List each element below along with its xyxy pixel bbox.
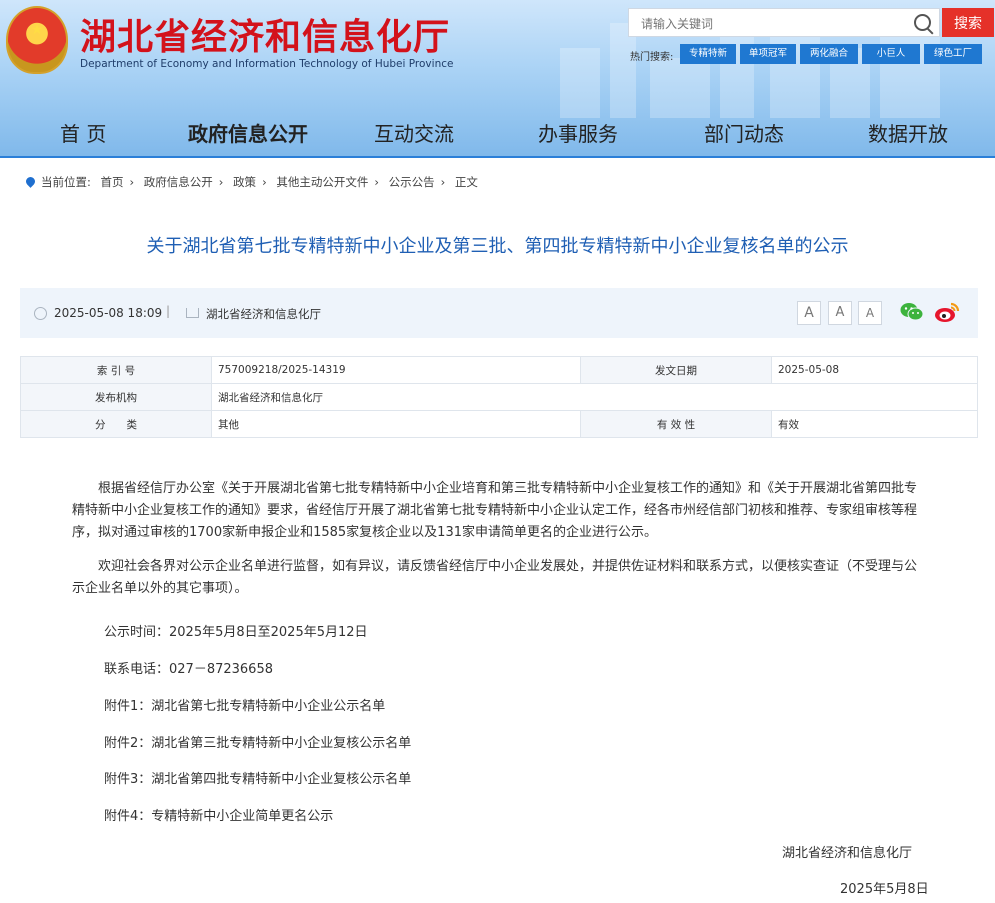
attachment-link[interactable]: 附件1：湖北省第七批专精特新中小企业公示名单 — [104, 695, 385, 714]
national-emblem-icon: ★ — [6, 6, 68, 74]
nav-news[interactable]: 部门动态 — [704, 118, 784, 147]
paragraph: 欢迎社会各界对公示企业名单进行监督，如有异议，请反馈省经信厅中小企业发展处，并提… — [72, 559, 918, 596]
publish-date: 2025-05-08 18:09 — [54, 306, 163, 320]
hot-tag[interactable]: 专精特新 — [680, 44, 736, 64]
table-row: 发布机构 湖北省经济和信息化厅 — [20, 383, 978, 411]
breadcrumb-sep: › — [440, 175, 446, 189]
breadcrumb-label: 当前位置: — [41, 175, 91, 189]
attachment-link[interactable]: 附件4：专精特新中小企业简单更名公示 — [104, 805, 333, 824]
contact-phone: 联系电话：027－87236658 — [104, 662, 273, 677]
paragraph: 根据省经信厅办公室《关于开展湖北省第七批专精特新中小企业培育和第三批专精特新中小… — [72, 481, 918, 540]
search-button[interactable]: 搜索 — [942, 8, 994, 37]
breadcrumb: 当前位置: 首页 › 政府信息公开 › 政策 › 其他主动公开文件 › 公示公告 › 正文 — [24, 174, 484, 190]
hot-tag[interactable]: 两化融合 — [800, 44, 858, 64]
breadcrumb-item[interactable]: 政策 — [233, 175, 256, 189]
nav-home[interactable]: 首 页 — [60, 118, 106, 147]
hot-tag[interactable]: 小巨人 — [862, 44, 920, 64]
nav-gov-info[interactable]: 政府信息公开 — [188, 118, 308, 147]
breadcrumb-sep: › — [262, 175, 267, 189]
breadcrumb-item[interactable]: 其他主动公开文件 — [276, 175, 368, 189]
breadcrumb-sep: › — [129, 175, 135, 189]
org-label: 发布机构 — [20, 383, 212, 411]
clock-icon — [34, 307, 47, 320]
hot-search-label: 热门搜索: — [630, 52, 674, 63]
signature: 湖北省经济和信息化厅 — [782, 846, 913, 861]
category-label: 分 类 — [20, 410, 212, 438]
main-nav: 首 页 政府信息公开 互动交流 办事服务 部门动态 数据开放 — [0, 114, 995, 154]
site-header: ★ 湖北省经济和信息化厅 Department of Economy and I… — [0, 0, 995, 158]
breadcrumb-sep: › — [374, 175, 379, 189]
category-value: 其他 — [211, 410, 581, 438]
search-input[interactable] — [629, 9, 913, 38]
table-row: 分 类 其他 有 效 性 有效 — [20, 410, 978, 438]
article-source: 湖北省经济和信息化厅 — [206, 307, 321, 321]
breadcrumb-item[interactable]: 首页 — [101, 175, 124, 189]
attachment-link[interactable]: 附件3：湖北省第四批专精特新中小企业复核公示名单 — [104, 768, 411, 787]
nav-open-data[interactable]: 数据开放 — [868, 118, 948, 147]
search-icon[interactable] — [914, 14, 931, 31]
breadcrumb-item: 正文 — [454, 175, 478, 189]
hot-tag[interactable]: 单项冠军 — [740, 44, 796, 64]
date-value: 2025-05-08 — [771, 356, 978, 384]
index-value: 757009218/2025-14319 — [211, 356, 581, 384]
sign-date: 2025年5月8日 — [840, 882, 929, 897]
breadcrumb-item[interactable]: 公示公告 — [389, 175, 435, 189]
breadcrumb-item[interactable]: 政府信息公开 — [144, 175, 213, 189]
attachment-link[interactable]: 附件2：湖北省第三批专精特新中小企业复核公示名单 — [104, 732, 411, 751]
site-title[interactable]: 湖北省经济和信息化厅 — [80, 8, 450, 60]
weibo-share-icon[interactable] — [934, 301, 960, 323]
nav-interaction[interactable]: 互动交流 — [374, 118, 454, 147]
article-title: 关于湖北省第七批专精特新中小企业及第三批、第四批专精特新中小企业复核名单的公示 — [146, 236, 849, 257]
notice-period: 公示时间：2025年5月8日至2025年5月12日 — [104, 625, 368, 640]
hot-tag[interactable]: 绿色工厂 — [924, 44, 982, 64]
wechat-share-icon[interactable] — [900, 301, 924, 323]
validity-label: 有 效 性 — [580, 410, 772, 438]
search-box — [628, 8, 940, 38]
meta-separator: | — [166, 304, 171, 318]
date-label: 发文日期 — [580, 356, 772, 384]
nav-divider — [0, 156, 995, 158]
index-label: 索 引 号 — [20, 356, 212, 384]
site-subtitle: Department of Economy and Information Te… — [80, 58, 454, 70]
source-icon — [186, 308, 199, 318]
font-size-small-button[interactable]: A — [858, 301, 882, 325]
nav-services[interactable]: 办事服务 — [538, 118, 618, 147]
article-body: 根据省经信厅办公室《关于开展湖北省第七批专精特新中小企业培育和第三批专精特新中小… — [72, 478, 920, 600]
info-table: 索 引 号 757009218/2025-14319 发文日期 2025-05-… — [20, 356, 978, 438]
breadcrumb-sep: › — [218, 175, 224, 189]
location-pin-icon — [24, 175, 37, 188]
validity-value: 有效 — [771, 410, 978, 438]
table-row: 索 引 号 757009218/2025-14319 发文日期 2025-05-… — [20, 356, 978, 384]
article-meta-bar: 2025-05-08 18:09 | 湖北省经济和信息化厅 A A A — [20, 288, 978, 338]
font-size-medium-button[interactable]: A — [828, 301, 852, 325]
font-size-large-button[interactable]: A — [797, 301, 821, 325]
org-value: 湖北省经济和信息化厅 — [211, 383, 978, 411]
